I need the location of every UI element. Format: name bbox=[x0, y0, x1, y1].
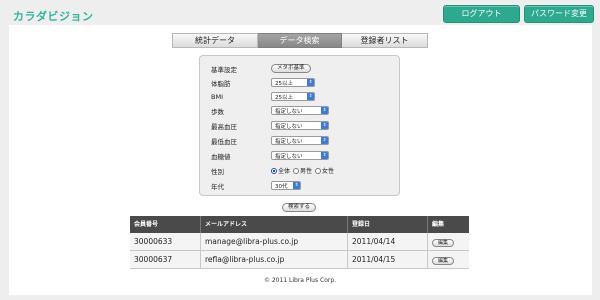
copyright-footer: © 2011 Libra Plus Corp. bbox=[263, 277, 337, 284]
gender-option-male: 男性 bbox=[300, 168, 313, 175]
radio-icon bbox=[315, 167, 322, 174]
member-email: refla@libra-plus.co.jp bbox=[201, 251, 348, 268]
steps-select[interactable]: 指定しない ⇕ bbox=[271, 106, 329, 115]
gender-radio-male[interactable]: 男性 bbox=[293, 166, 312, 175]
edit-cell: 編集 bbox=[428, 233, 469, 250]
password-change-button[interactable]: パスワード変更 bbox=[524, 5, 594, 23]
select-arrow-icon: ⇕ bbox=[321, 152, 328, 159]
filter-row-max-bp: 最高血圧 指定しない ⇕ bbox=[211, 120, 329, 131]
radio-selected-icon bbox=[271, 167, 277, 174]
header-registered-date: 登録日 bbox=[348, 216, 428, 233]
select-arrow-icon: ⇕ bbox=[321, 122, 328, 129]
age-select[interactable]: 30代 ⇕ bbox=[271, 181, 301, 190]
table-row: 30000637 refla@libra-plus.co.jp 2011/04/… bbox=[130, 251, 469, 269]
gender-label: 性別 bbox=[211, 167, 224, 176]
gender-option-all: 全体 bbox=[278, 168, 291, 175]
gender-option-female: 女性 bbox=[322, 168, 335, 175]
bmi-select[interactable]: 25以上 ⇕ bbox=[271, 92, 315, 101]
metabo-standard-button[interactable]: メタボ基準 bbox=[271, 64, 311, 73]
results-table: 会員番号 メールアドレス 登録日 編集 30000633 manage@libr… bbox=[130, 216, 469, 269]
registered-date: 2011/04/14 bbox=[348, 233, 428, 250]
radio-icon bbox=[293, 167, 300, 174]
body-fat-select[interactable]: 25以上 ⇕ bbox=[271, 78, 315, 87]
select-arrow-icon: ⇕ bbox=[321, 137, 328, 144]
steps-value: 指定しない bbox=[275, 108, 303, 115]
gender-radio-female[interactable]: 女性 bbox=[315, 166, 334, 175]
blood-sugar-value: 指定しない bbox=[275, 153, 303, 160]
min-bp-select[interactable]: 指定しない ⇕ bbox=[271, 136, 329, 145]
min-bp-value: 指定しない bbox=[275, 138, 303, 145]
gender-radio-all[interactable]: 全体 bbox=[271, 166, 290, 175]
logout-button[interactable]: ログアウト bbox=[443, 5, 520, 23]
search-filter-panel: 基準設定 メタボ基準 体脂肪 25以上 ⇕ BMI 25以上 ⇕ 歩数 指定しない ⇕… bbox=[199, 55, 400, 196]
header-member-id: 会員番号 bbox=[130, 216, 201, 233]
body-fat-value: 25以上 bbox=[275, 80, 293, 87]
blood-sugar-label: 血糖値 bbox=[211, 152, 231, 161]
search-button[interactable]: 検索する bbox=[282, 203, 317, 212]
select-arrow-icon: ⇕ bbox=[293, 182, 300, 189]
filter-row-gender: 性別 全体 男性 女性 bbox=[211, 165, 337, 176]
registered-date: 2011/04/15 bbox=[348, 251, 428, 268]
app-logo: カラダビジョン bbox=[13, 10, 94, 23]
member-id: 30000637 bbox=[130, 251, 201, 268]
bmi-value: 25以上 bbox=[275, 94, 293, 101]
filter-row-base: 基準設定 メタボ基準 bbox=[211, 63, 311, 74]
tab-data-search[interactable]: データ検索 bbox=[258, 33, 342, 48]
blood-sugar-select[interactable]: 指定しない ⇕ bbox=[271, 151, 329, 160]
filter-row-body-fat: 体脂肪 25以上 ⇕ bbox=[211, 77, 315, 88]
table-row: 30000633 manage@libra-plus.co.jp 2011/04… bbox=[130, 233, 469, 251]
select-arrow-icon: ⇕ bbox=[321, 107, 328, 114]
min-bp-label: 最低血圧 bbox=[211, 137, 237, 146]
filter-row-bmi: BMI 25以上 ⇕ bbox=[211, 91, 315, 102]
select-arrow-icon: ⇕ bbox=[307, 93, 314, 100]
bmi-label: BMI bbox=[211, 92, 223, 101]
body-fat-label: 体脂肪 bbox=[211, 79, 231, 88]
age-label: 年代 bbox=[211, 182, 224, 191]
edit-button[interactable]: 編集 bbox=[432, 239, 454, 247]
max-bp-label: 最高血圧 bbox=[211, 122, 237, 131]
tab-statistics[interactable]: 統計データ bbox=[172, 33, 258, 48]
filter-row-blood-sugar: 血糖値 指定しない ⇕ bbox=[211, 150, 329, 161]
edit-button[interactable]: 編集 bbox=[432, 257, 454, 265]
max-bp-value: 指定しない bbox=[275, 123, 303, 130]
member-id: 30000633 bbox=[130, 233, 201, 250]
header-email: メールアドレス bbox=[201, 216, 348, 233]
tab-bar: 統計データ データ検索 登録者リスト bbox=[172, 33, 428, 48]
max-bp-select[interactable]: 指定しない ⇕ bbox=[271, 121, 329, 130]
member-email: manage@libra-plus.co.jp bbox=[201, 233, 348, 250]
header-edit: 編集 bbox=[432, 221, 445, 228]
select-arrow-icon: ⇕ bbox=[307, 79, 314, 86]
tab-registrant-list[interactable]: 登録者リスト bbox=[342, 33, 428, 48]
filter-row-age: 年代 30代 ⇕ bbox=[211, 180, 301, 191]
filter-row-steps: 歩数 指定しない ⇕ bbox=[211, 105, 329, 116]
age-value: 30代 bbox=[275, 183, 288, 190]
steps-label: 歩数 bbox=[211, 107, 224, 116]
edit-cell: 編集 bbox=[428, 251, 469, 268]
filter-row-min-bp: 最低血圧 指定しない ⇕ bbox=[211, 135, 329, 146]
table-header: 会員番号 メールアドレス 登録日 編集 bbox=[130, 216, 469, 233]
base-setting-label: 基準設定 bbox=[211, 65, 237, 74]
